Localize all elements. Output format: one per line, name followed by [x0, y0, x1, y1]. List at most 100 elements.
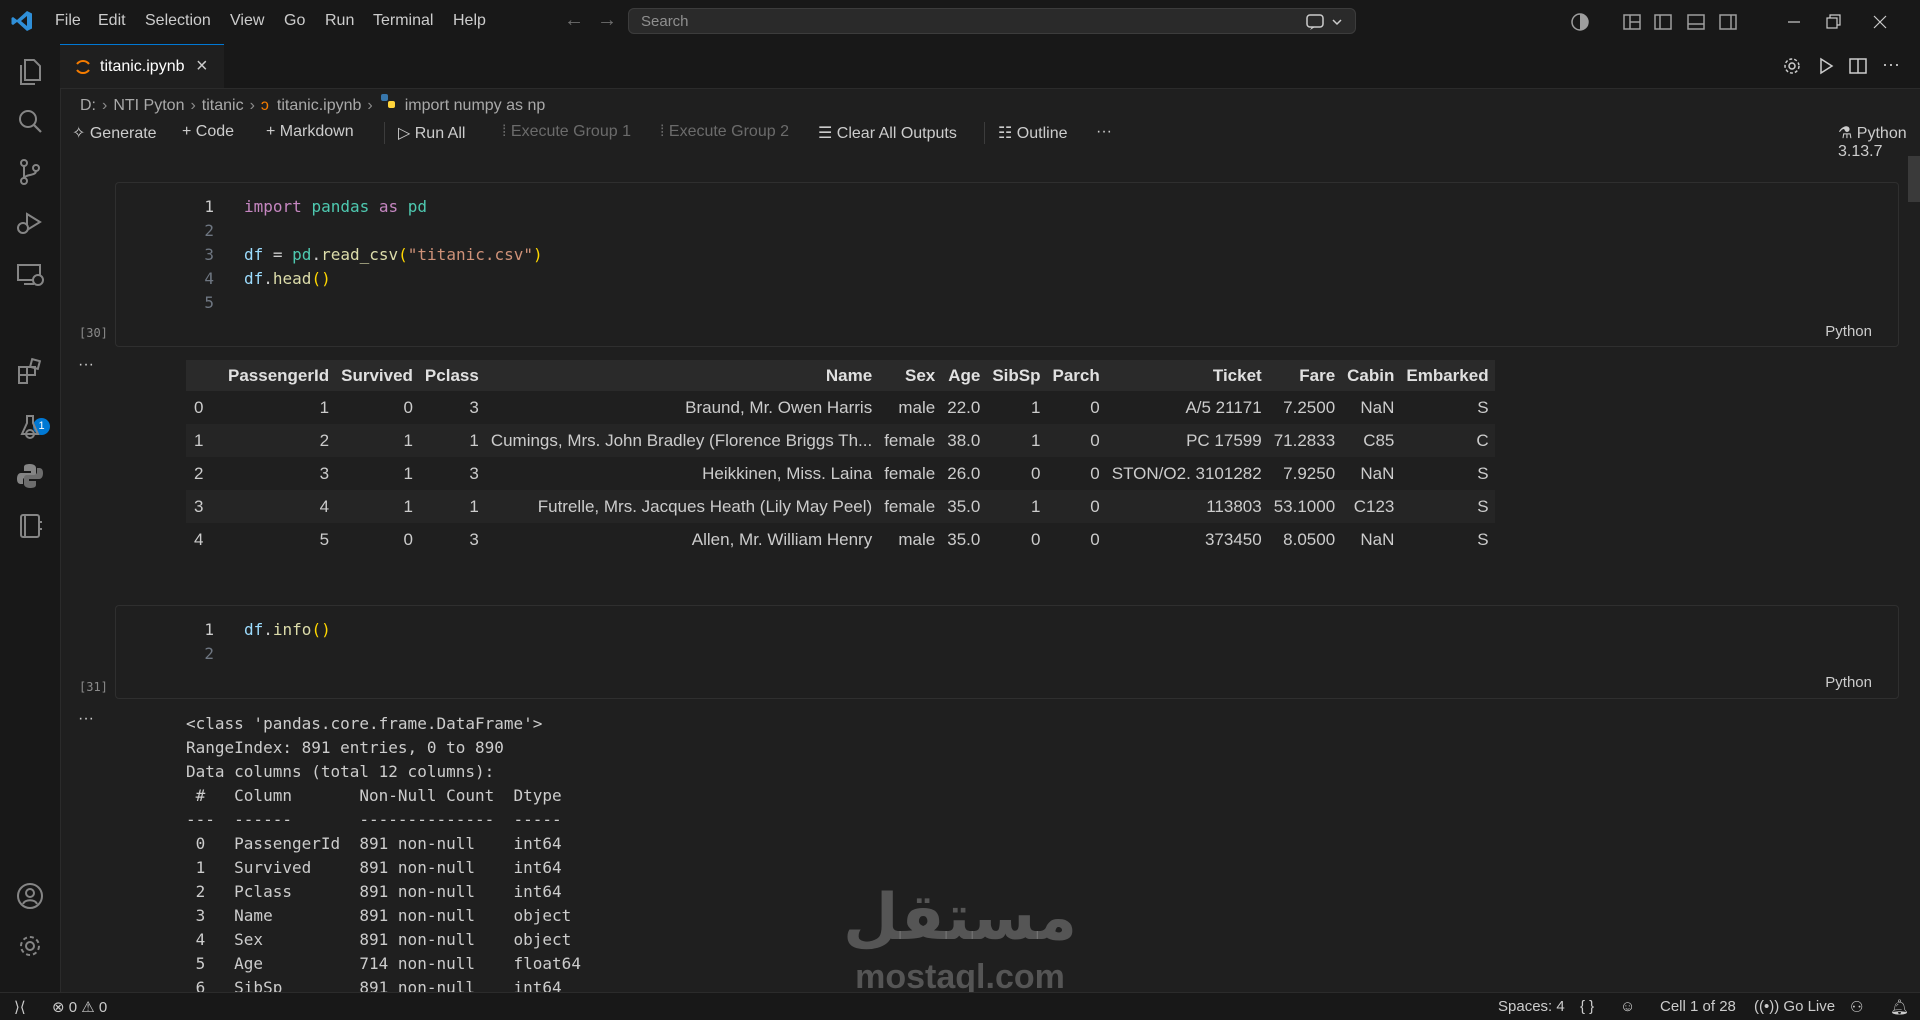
close-window-icon[interactable] — [1870, 12, 1890, 32]
notebook-toolbar: ✧ Generate + Code + Markdown ▷ Run All ⁞… — [60, 118, 1920, 160]
menu-file[interactable]: File — [55, 12, 81, 30]
output-line: 5 Age 714 non-null float64 — [186, 954, 581, 973]
back-arrow-icon[interactable]: ← — [564, 9, 584, 32]
toggle-primary-sidebar-icon[interactable] — [1653, 12, 1673, 32]
language-braces-indicator[interactable]: { } — [1580, 998, 1594, 1015]
menu-edit[interactable]: Edit — [98, 12, 126, 30]
menu-selection[interactable]: Selection — [145, 12, 211, 30]
toolbar-more-button[interactable]: ··· — [1096, 123, 1112, 141]
table-column-header: SibSp — [986, 360, 1047, 391]
run-all-button[interactable]: ▷ Run All — [398, 123, 465, 143]
run-debug-icon[interactable] — [14, 206, 46, 238]
run-all-icon: ▷ — [398, 125, 415, 142]
copilot-status-icon[interactable]: ☺ — [1620, 998, 1635, 1015]
accounts-contrast-icon[interactable] — [1570, 12, 1590, 32]
table-column-header: Parch — [1046, 360, 1106, 391]
table-cell: Allen, Mr. William Henry — [691, 529, 873, 549]
restore-icon[interactable] — [1823, 12, 1843, 32]
feedback-icon[interactable]: ⚇ — [1850, 998, 1863, 1016]
table-cell: 0 — [1031, 529, 1041, 549]
code-cell[interactable]: 1 df.info() 2 Python — [115, 605, 1899, 699]
table-cell: 0 — [403, 397, 413, 417]
menu-go[interactable]: Go — [284, 12, 305, 30]
add-markdown-cell-button[interactable]: + Markdown — [266, 123, 354, 141]
table-cell: S — [1477, 397, 1489, 417]
breadcrumb-drive[interactable]: D: — [80, 97, 96, 115]
source-control-icon[interactable] — [14, 156, 46, 188]
chevron-right-icon: › — [102, 96, 108, 114]
generate-label: Generate — [89, 125, 157, 142]
more-actions-icon[interactable]: ··· — [1882, 54, 1900, 75]
table-cell: 53.1000 — [1267, 490, 1342, 523]
execute-group-2-button[interactable]: ⁞ Execute Group 2 — [660, 123, 789, 141]
menu-view[interactable]: View — [230, 12, 264, 30]
split-editor-icon[interactable] — [1848, 56, 1868, 76]
cell-position-indicator[interactable]: Cell 1 of 28 — [1660, 998, 1736, 1015]
table-row-index: 0 — [194, 397, 204, 417]
output-line: Data columns (total 12 columns): — [186, 762, 495, 781]
outline-button[interactable]: ☷ Outline — [998, 123, 1068, 143]
output-more-icon[interactable]: ··· — [78, 710, 94, 728]
table-cell: C123 — [1341, 490, 1401, 523]
toggle-secondary-sidebar-icon[interactable] — [1718, 12, 1738, 32]
python-icon[interactable] — [14, 460, 46, 492]
scrollbar-thumb[interactable] — [1908, 156, 1920, 202]
table-cell: 113803 — [1105, 490, 1268, 523]
cell-language-label[interactable]: Python — [1825, 674, 1872, 691]
extensions-icon[interactable] — [14, 356, 46, 388]
markdown-label: Markdown — [279, 123, 354, 140]
search-icon[interactable] — [14, 106, 46, 138]
table-row: 1 2 1 1 Cumings, Mrs. John Bradley (Florence… — [186, 424, 1495, 457]
menu-help[interactable]: Help — [453, 12, 486, 30]
output-line: 6 SibSp 891 non-null int64 — [186, 978, 581, 992]
table-row: 0 1 0 3 Braund, Mr. Owen Harris male 22.0 1 0 A/5… — [186, 391, 1495, 424]
table-column-header: Fare — [1267, 360, 1342, 391]
add-code-cell-button[interactable]: + Code — [182, 123, 234, 141]
tab-titanic-ipynb[interactable]: titanic.ipynb × — [60, 44, 224, 88]
problems-indicator[interactable]: ⊗ 0 ⚠ 0 — [52, 998, 107, 1016]
remote-explorer-icon[interactable] — [14, 258, 46, 290]
execute-group-1-button[interactable]: ⁞ Execute Group 1 — [502, 123, 631, 141]
notifications-bell-icon[interactable]: 🔔︎ — [1890, 998, 1909, 1016]
accounts-icon[interactable] — [14, 880, 46, 912]
notebook-icon[interactable] — [14, 510, 46, 542]
table-cell: male — [898, 529, 936, 549]
breadcrumb-folder-nti-pyton[interactable]: NTI Pyton — [113, 97, 184, 115]
table-cell: S — [1400, 490, 1495, 523]
notebook-settings-icon[interactable] — [1782, 56, 1802, 76]
title-bar: File Edit Selection View Go Run Terminal… — [0, 0, 1920, 44]
generate-button[interactable]: ✧ Generate — [72, 123, 157, 143]
output-more-icon[interactable]: ··· — [78, 356, 94, 374]
code-line: df = pd.read_csv("titanic.csv") — [244, 245, 543, 264]
breadcrumb-folder-titanic[interactable]: titanic — [202, 97, 244, 115]
menu-run[interactable]: Run — [325, 12, 354, 30]
testing-icon[interactable] — [14, 410, 46, 442]
menu-terminal[interactable]: Terminal — [373, 12, 433, 30]
code-cell[interactable]: 1 import pandas as pd 2 3 df = pd.read_csv… — [115, 182, 1899, 347]
search-input[interactable]: Search — [628, 8, 1356, 34]
cell-language-label[interactable]: Python — [1825, 323, 1872, 340]
clear-all-outputs-button[interactable]: ☰ Clear All Outputs — [818, 123, 957, 143]
minimize-icon[interactable] — [1784, 12, 1804, 32]
outline-label: Outline — [1016, 125, 1068, 142]
forward-arrow-icon[interactable]: → — [597, 9, 617, 32]
customize-layout-icon[interactable] — [1622, 12, 1642, 32]
toggle-panel-icon[interactable] — [1686, 12, 1706, 32]
table-cell: Cumings, Mrs. John Bradley (Florence Bri… — [484, 424, 879, 457]
indentation-indicator[interactable]: Spaces: 4 — [1498, 998, 1565, 1015]
copilot-chat-icon[interactable] — [1305, 13, 1345, 31]
table-column-header: Age — [941, 360, 987, 391]
line-number: 1 — [204, 197, 214, 216]
line-number: 5 — [204, 293, 214, 312]
breadcrumb-cell[interactable]: import numpy as np — [405, 97, 546, 115]
line-number: 3 — [204, 245, 214, 264]
remote-indicator-icon[interactable]: ⟩⟨ — [14, 998, 26, 1016]
close-tab-icon[interactable]: × — [196, 55, 208, 78]
table-cell: 1 — [403, 463, 413, 483]
output-line: 3 Name 891 non-null object — [186, 906, 581, 925]
breadcrumb-file[interactable]: titanic.ipynb — [277, 97, 362, 115]
run-notebook-icon[interactable] — [1816, 56, 1836, 76]
go-live-button[interactable]: ((•)) Go Live — [1754, 998, 1835, 1015]
settings-gear-icon[interactable] — [14, 930, 46, 962]
explorer-icon[interactable] — [14, 56, 46, 88]
